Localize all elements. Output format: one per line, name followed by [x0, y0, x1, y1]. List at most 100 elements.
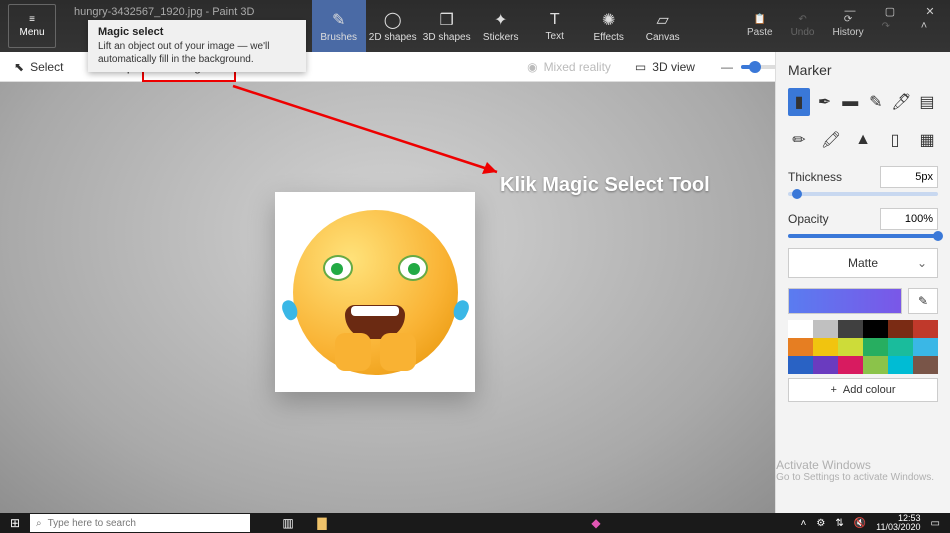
current-color[interactable]: [788, 288, 902, 314]
tool-effects[interactable]: ✺Effects: [582, 0, 636, 52]
paste-button[interactable]: 📋 Paste: [747, 14, 773, 38]
calligraphy-pen-icon: ✒: [818, 92, 831, 112]
swatch[interactable]: [813, 338, 838, 356]
select-tool[interactable]: ⬉ Select: [0, 52, 77, 81]
menu-label: Menu: [19, 27, 44, 38]
material-dropdown[interactable]: Matte: [788, 248, 938, 278]
opacity-slider[interactable]: [788, 234, 938, 238]
swatch[interactable]: [863, 356, 888, 374]
thickness-label: Thickness: [788, 170, 842, 184]
brush-marker[interactable]: ▮: [788, 88, 810, 116]
effects-icon: ✺: [602, 10, 615, 30]
spray-icon: ▲: [855, 131, 871, 149]
tray-network-icon[interactable]: ⚙: [816, 518, 825, 529]
close-button[interactable]: ✕: [910, 0, 950, 22]
paint3d-taskbar-icon[interactable]: ◆: [584, 514, 608, 532]
3d-view-toggle[interactable]: ▭ 3D view: [625, 60, 705, 74]
swatch[interactable]: [913, 356, 938, 374]
tool-canvas[interactable]: ▱Canvas: [636, 0, 690, 52]
crayon-icon: 🖍: [821, 130, 841, 150]
brush-eraser[interactable]: ▦: [916, 126, 938, 154]
start-button[interactable]: ⊞: [0, 516, 30, 530]
marker-icon: ▮: [795, 92, 804, 112]
swatch[interactable]: [788, 356, 813, 374]
brush-crayon[interactable]: 🖍: [820, 126, 842, 154]
swatch[interactable]: [838, 338, 863, 356]
swatch[interactable]: [888, 320, 913, 338]
swatch[interactable]: [888, 356, 913, 374]
tool-2d-shapes[interactable]: ◯2D shapes: [366, 0, 420, 52]
watercolor-icon: ▤: [919, 92, 934, 112]
undo-icon: ↶: [798, 14, 806, 25]
brush-fill[interactable]: ▯: [884, 126, 906, 154]
search-icon: ⌕: [36, 518, 42, 529]
redo-button[interactable]: ↷: [882, 21, 890, 32]
taskbar-clock[interactable]: 12:53 11/03/2020: [876, 514, 920, 532]
swatch[interactable]: [838, 320, 863, 338]
annotation-arrow: [233, 86, 497, 172]
panel-title: Marker: [788, 62, 938, 78]
swatch[interactable]: [788, 338, 813, 356]
swatch[interactable]: [888, 338, 913, 356]
menu-button[interactable]: ≡ Menu: [8, 4, 56, 48]
fill-icon: ▯: [891, 130, 900, 150]
brushes-icon: ✎: [332, 10, 345, 30]
swatch[interactable]: [913, 338, 938, 356]
3d-shapes-icon: ❒: [440, 10, 454, 30]
opacity-label: Opacity: [788, 212, 829, 226]
tray-volume-icon[interactable]: 🔇: [854, 518, 866, 529]
brush-watercolor[interactable]: ▤: [916, 88, 938, 116]
annotation-text: Klik Magic Select Tool: [500, 174, 710, 197]
minimize-button[interactable]: —: [830, 0, 870, 22]
maximize-button[interactable]: ▢: [870, 0, 910, 22]
taskbar: ⊞ ⌕ Type here to search ▥ ▇ ◆ ˄ ⚙ ⇅ 🔇 12…: [0, 513, 950, 533]
mixed-reality: ◉ Mixed reality: [513, 52, 625, 81]
brush-spray[interactable]: ▲: [852, 126, 874, 154]
cube-icon: ▭: [635, 60, 646, 74]
redo-icon: ↷: [882, 21, 890, 32]
file-explorer-icon[interactable]: ▇: [310, 514, 334, 532]
taskbar-search[interactable]: ⌕ Type here to search: [30, 514, 250, 532]
add-colour-button[interactable]: + Add colour: [788, 378, 938, 402]
pencil-icon: ✎: [869, 92, 882, 112]
tool-brushes[interactable]: ✎Brushes: [312, 0, 366, 52]
pen-icon: 🖊: [891, 92, 911, 112]
swatch[interactable]: [813, 320, 838, 338]
notifications-icon[interactable]: ▭: [931, 518, 940, 529]
eyedropper-button[interactable]: ✎: [908, 288, 938, 314]
activate-windows-watermark: Activate Windows Go to Settings to activ…: [776, 458, 934, 483]
canvas-icon: ▱: [657, 10, 669, 30]
swatch[interactable]: [863, 338, 888, 356]
swatch[interactable]: [913, 320, 938, 338]
swatch[interactable]: [813, 356, 838, 374]
thickness-slider[interactable]: [788, 192, 938, 196]
tool-3d-shapes[interactable]: ❒3D shapes: [420, 0, 474, 52]
2d-shapes-icon: ◯: [384, 10, 402, 30]
tray-wifi-icon[interactable]: ⇅: [835, 518, 843, 529]
tool-stickers[interactable]: ✦Stickers: [474, 0, 528, 52]
plus-icon: +: [830, 384, 836, 396]
cursor-icon: ⬉: [14, 60, 24, 74]
swatch[interactable]: [863, 320, 888, 338]
tool-text[interactable]: TText: [528, 0, 582, 52]
eyedropper-icon: ✎: [918, 294, 928, 308]
swatch[interactable]: [788, 320, 813, 338]
zoom-out-button[interactable]: —: [721, 60, 733, 74]
canvas-image[interactable]: [275, 192, 475, 392]
task-view-icon[interactable]: ▥: [276, 514, 300, 532]
tray-up-icon[interactable]: ˄: [801, 518, 807, 529]
right-panel: Marker ▮ ✒ ▬ ✎ 🖊 ▤ ✏ 🖍 ▲ ▯ ▦ Thickness Opacity Ma…: [775, 52, 950, 513]
canvas-area[interactable]: Klik Magic Select Tool: [0, 82, 775, 513]
brush-oil-brush[interactable]: ▬: [839, 88, 861, 116]
window-title: hungry-3432567_1920.jpg - Paint 3D: [74, 4, 254, 18]
brush-pencil[interactable]: ✎: [865, 88, 887, 116]
opacity-input[interactable]: [880, 208, 938, 230]
brush-calligraphy-pen[interactable]: ✒: [814, 88, 836, 116]
thickness-input[interactable]: [880, 166, 938, 188]
tooltip-magic-select: Magic select Lift an object out of your …: [88, 20, 306, 72]
undo-button[interactable]: ↶ Undo: [791, 14, 815, 38]
brush-pen[interactable]: 🖊: [890, 88, 912, 116]
swatch[interactable]: [838, 356, 863, 374]
brush-pencil2[interactable]: ✏: [788, 126, 810, 154]
text-icon: T: [550, 11, 560, 29]
